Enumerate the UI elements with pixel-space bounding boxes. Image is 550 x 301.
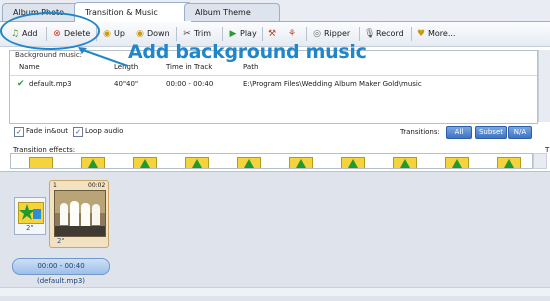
record-button[interactable]: 🎙Record	[364, 27, 404, 41]
microphone-icon: 🎙	[364, 29, 376, 39]
play-button[interactable]: ▶ Play	[228, 27, 257, 41]
track-length-trim: 40"	[126, 80, 139, 88]
side-panel-scrollbar[interactable]	[538, 50, 550, 122]
photo-person	[81, 203, 90, 226]
ripper-label: Ripper	[324, 29, 351, 38]
down-button[interactable]: ◉ Down	[135, 27, 170, 41]
effect-icon: ⚒	[267, 29, 277, 39]
tab-label: Transition & Music	[85, 8, 158, 17]
column-header-path[interactable]: Path	[243, 63, 258, 71]
transition-thumbnail[interactable]	[81, 157, 105, 168]
na-button[interactable]: N/A	[508, 126, 532, 139]
annotation-arrow-icon	[78, 47, 129, 67]
transition-thumbnail[interactable]	[29, 157, 53, 168]
more-label: More...	[428, 29, 456, 38]
record-label: Record	[376, 29, 404, 38]
timeline: 2" 1 00:02 2" 00:00 - 00:40 (default.mp3…	[0, 171, 550, 301]
transition-thumbnail[interactable]	[185, 157, 209, 168]
down-label: Down	[147, 29, 170, 38]
background-music-label: Background music:	[13, 51, 85, 59]
track-time: 00:00 - 00:40	[166, 80, 214, 88]
photo-person	[92, 204, 100, 225]
side-panel-label: T	[545, 146, 550, 154]
transition-thumbnail[interactable]	[445, 157, 469, 168]
effect-icon: ⚘	[287, 29, 297, 39]
na-label: N/A	[513, 128, 527, 136]
play-label: Play	[240, 29, 257, 38]
more-button[interactable]: ♥ More...	[416, 27, 456, 41]
subset-button[interactable]: Subset	[475, 126, 507, 139]
clip-thumbnail	[54, 190, 106, 237]
tab-transition-music[interactable]: Transition & Music	[74, 2, 192, 22]
track-name: default.mp3	[29, 80, 72, 88]
photo-foreground	[55, 226, 105, 236]
transition-effects-strip	[10, 153, 533, 169]
clip-index: 1	[53, 182, 57, 189]
toolbar-separator	[222, 27, 223, 41]
photo-person	[70, 201, 79, 226]
photo-person	[60, 203, 68, 225]
transition-thumbnail[interactable]	[133, 157, 157, 168]
up-label: Up	[114, 29, 125, 38]
tab-album-theme[interactable]: Album Theme	[184, 3, 280, 21]
up-button[interactable]: ◉ Up	[102, 27, 125, 41]
tab-label: Album Theme	[195, 8, 251, 17]
transition-duration: 2"	[26, 224, 34, 232]
timeline-transition-item[interactable]: 2"	[14, 197, 46, 235]
timeline-audio-clip[interactable]: 00:00 - 00:40 (default.mp3)	[12, 258, 110, 285]
transitions-label: Transitions:	[400, 128, 440, 136]
transition-thumbnail[interactable]	[289, 157, 313, 168]
column-header-time[interactable]: Time in Track	[166, 63, 212, 71]
clip-duration: 2"	[57, 237, 65, 245]
all-label: All	[454, 128, 464, 136]
audio-clip-label: 00:00 - 00:40 (default.mp3)	[36, 262, 86, 285]
transition-thumbnail[interactable]	[237, 157, 261, 168]
transition-preview	[18, 202, 44, 224]
toolbar-separator	[359, 27, 360, 41]
toolbar-separator	[306, 27, 307, 41]
check-icon: ✔	[17, 79, 25, 89]
column-header-name[interactable]: Name	[19, 63, 40, 71]
all-button[interactable]: All	[446, 126, 472, 139]
down-arrow-icon: ◉	[136, 29, 144, 39]
transition-thumbnail[interactable]	[497, 157, 521, 168]
track-length: 40"	[114, 80, 127, 88]
scissors-icon: ✂	[183, 29, 191, 39]
star-icon	[19, 204, 41, 220]
annotation-text: Add background music	[128, 41, 367, 63]
toolbar-separator	[262, 27, 263, 41]
subset-label: Subset	[478, 128, 504, 136]
timeline-photo-clip[interactable]: 1 00:02 2"	[49, 180, 109, 248]
heart-icon: ♥	[416, 29, 426, 39]
toolbar-separator	[176, 27, 177, 41]
effect-button-2[interactable]: ⚘	[287, 27, 299, 41]
timeline-scrollbar[interactable]	[0, 287, 550, 296]
track-path: E:\Program Files\Wedding Album Maker Gol…	[243, 80, 422, 88]
ripper-button[interactable]: ◎ Ripper	[312, 27, 350, 41]
effect-button-1[interactable]: ⚒	[267, 27, 279, 41]
transition-thumbnail[interactable]	[393, 157, 417, 168]
clip-time: 00:02	[88, 182, 106, 189]
table-row[interactable]: ✔ default.mp3 40" 40" 00:00 - 00:40 E:\P…	[10, 77, 537, 90]
fade-label: Fade in&out	[26, 127, 68, 135]
transitions-scrollbar[interactable]	[533, 153, 547, 169]
fade-checkbox[interactable]: ✓	[14, 127, 24, 137]
annotation-ellipse	[0, 12, 100, 50]
cd-icon: ◎	[313, 29, 321, 39]
up-arrow-icon: ◉	[103, 29, 111, 39]
toolbar-separator	[411, 27, 412, 41]
trim-button[interactable]: ✂ Trim	[182, 27, 211, 41]
play-icon: ▶	[229, 29, 237, 39]
loop-checkbox[interactable]: ✓	[73, 127, 83, 137]
transition-thumbnail[interactable]	[341, 157, 365, 168]
loop-label: Loop audio	[85, 127, 124, 135]
trim-label: Trim	[194, 29, 212, 38]
